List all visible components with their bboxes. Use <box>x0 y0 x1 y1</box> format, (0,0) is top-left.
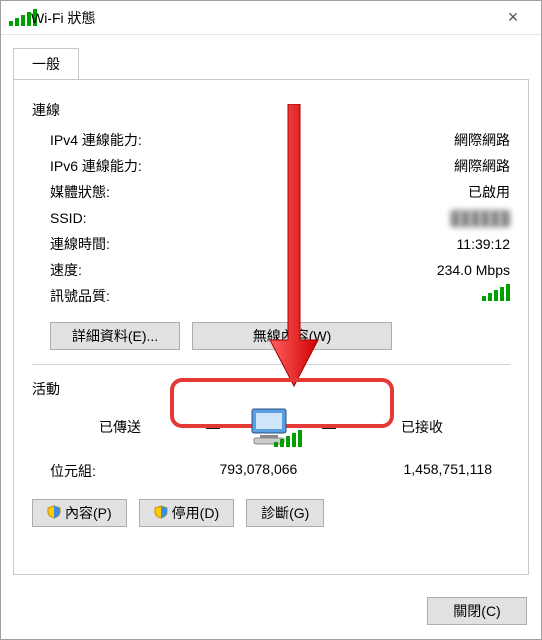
ssid-label: SSID: <box>50 206 190 230</box>
ipv6-value: 網際網路 <box>190 154 510 178</box>
activity-header: 已傳送 — — 已接收 <box>50 407 492 447</box>
mini-signal-icon <box>274 431 302 447</box>
signal-bars-icon <box>482 285 510 301</box>
section-connection-title: 連線 <box>32 100 510 120</box>
properties-button-label: 內容(P) <box>65 503 112 523</box>
network-pc-icon <box>236 407 306 447</box>
shield-icon <box>154 505 168 522</box>
close-icon[interactable]: × <box>493 7 533 28</box>
diagnose-button[interactable]: 診斷(G) <box>246 499 324 527</box>
disable-button[interactable]: 停用(D) <box>139 499 234 527</box>
ipv4-value: 網際網路 <box>190 128 510 152</box>
signal-label: 訊號品質: <box>50 284 190 308</box>
divider <box>32 364 510 365</box>
duration-label: 連線時間: <box>50 232 190 256</box>
details-button[interactable]: 詳細資料(E)... <box>50 322 180 350</box>
shield-icon <box>47 505 61 522</box>
ssid-value: ██████ <box>190 206 510 230</box>
wifi-icon <box>9 10 25 26</box>
activity-bytes-row: 位元組: 793,078,066 1,458,751,118 <box>50 461 492 481</box>
row-ipv4: IPv4 連線能力: 網際網路 <box>50 128 510 152</box>
dash-left: — <box>206 419 220 435</box>
tab-general[interactable]: 一般 <box>13 48 79 80</box>
ipv4-label: IPv4 連線能力: <box>50 128 190 152</box>
media-label: 媒體狀態: <box>50 180 190 204</box>
row-media: 媒體狀態: 已啟用 <box>50 180 510 204</box>
bytes-sent-value: 793,078,066 <box>137 461 297 481</box>
connection-button-row: 詳細資料(E)... 無線內容(W) <box>50 322 510 350</box>
speed-value: 234.0 Mbps <box>190 258 510 282</box>
bytes-recv-value: 1,458,751,118 <box>332 461 492 481</box>
media-value: 已啟用 <box>190 180 510 204</box>
row-speed: 速度: 234.0 Mbps <box>50 258 510 282</box>
titlebar: Wi-Fi 狀態 × <box>1 1 541 35</box>
row-ssid: SSID: ██████ <box>50 206 510 230</box>
sent-label: 已傳送 <box>50 417 190 437</box>
ipv6-label: IPv6 連線能力: <box>50 154 190 178</box>
tabstrip: 一般 <box>13 47 529 80</box>
dialog-body: 一般 連線 IPv4 連線能力: 網際網路 IPv6 連線能力: 網際網路 媒體… <box>1 35 541 587</box>
duration-value: 11:39:12 <box>190 232 510 256</box>
speed-label: 速度: <box>50 258 190 282</box>
signal-value <box>190 284 510 308</box>
close-button[interactable]: 關閉(C) <box>427 597 527 625</box>
row-signal: 訊號品質: <box>50 284 510 308</box>
row-duration: 連線時間: 11:39:12 <box>50 232 510 256</box>
tab-panel: 連線 IPv4 連線能力: 網際網路 IPv6 連線能力: 網際網路 媒體狀態:… <box>13 79 529 575</box>
section-activity-title: 活動 <box>32 379 510 399</box>
dialog-footer: 關閉(C) <box>1 587 541 639</box>
activity-button-row: 內容(P) 停用(D) 診斷(G) <box>32 499 510 527</box>
bytes-label: 位元組: <box>50 461 130 481</box>
row-ipv6: IPv6 連線能力: 網際網路 <box>50 154 510 178</box>
properties-button[interactable]: 內容(P) <box>32 499 127 527</box>
dash-right: — <box>322 419 336 435</box>
wireless-properties-button[interactable]: 無線內容(W) <box>192 322 392 350</box>
disable-button-label: 停用(D) <box>172 503 219 523</box>
recv-label: 已接收 <box>352 417 492 437</box>
window-title: Wi-Fi 狀態 <box>31 8 493 28</box>
